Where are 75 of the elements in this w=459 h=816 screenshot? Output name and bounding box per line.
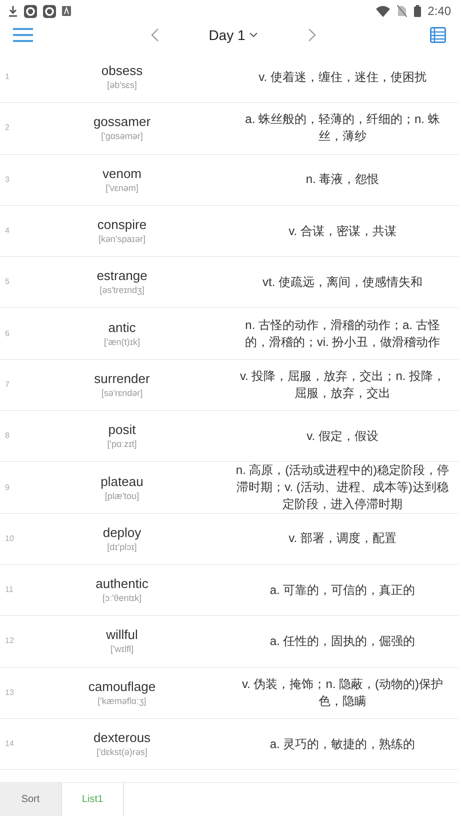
bottom-tab[interactable]: Sort bbox=[0, 783, 62, 816]
download-icon bbox=[8, 5, 18, 17]
phonetic: [kən'spaɪər] bbox=[98, 233, 146, 246]
row-number: 7 bbox=[4, 378, 10, 391]
phonetic: ['gɑsəmər] bbox=[101, 130, 143, 142]
row-number: 6 bbox=[4, 328, 10, 340]
phonetic: [plæ'toʊ] bbox=[104, 490, 140, 502]
list-view-button[interactable] bbox=[430, 27, 446, 43]
definition: v. 使着迷，缠住，迷住，使困扰 bbox=[258, 68, 426, 86]
definition: n. 毒液，怨恨 bbox=[306, 171, 380, 188]
phonetic: ['kæməflɑːʒ] bbox=[98, 694, 146, 707]
app-icon bbox=[43, 4, 56, 18]
definition: n. 高原，(活动或进程中的)稳定阶段，停滞时期；v. (活动、进程、成本等)达到稳定阶段，进入停滞时期 bbox=[234, 462, 450, 514]
phonetic: [əs'treɪndʒ] bbox=[100, 284, 144, 296]
battery-icon bbox=[414, 5, 421, 17]
row-number: 8 bbox=[4, 430, 10, 442]
row-number: 9 bbox=[4, 482, 10, 494]
row-number: 13 bbox=[4, 686, 15, 699]
phonetic: [əb'sɛs] bbox=[107, 79, 137, 92]
phonetic: ['pɑːzɪt] bbox=[107, 438, 137, 450]
word: obsess bbox=[101, 63, 143, 80]
wifi-icon bbox=[376, 6, 390, 16]
row-number: 5 bbox=[4, 276, 10, 288]
list-icon bbox=[430, 27, 446, 43]
phonetic: [sə'rɛndər] bbox=[101, 386, 143, 399]
definition: vt. 使疏远，离间，使感情失和 bbox=[262, 274, 422, 291]
no-sim-icon bbox=[396, 5, 407, 17]
definition: n. 古怪的动作，滑稽的动作；a. 古怪的，滑稽的；vi. 扮小丑，做滑稽动作 bbox=[244, 316, 442, 351]
row-number: 12 bbox=[4, 635, 15, 648]
word: conspire bbox=[97, 217, 147, 234]
row-number: 2 bbox=[4, 122, 10, 134]
row-number: 11 bbox=[4, 584, 14, 596]
previous-button[interactable] bbox=[150, 28, 159, 42]
word: posit bbox=[108, 422, 136, 438]
phonetic: ['wɪlfl] bbox=[110, 643, 134, 656]
row-number: 1 bbox=[4, 71, 10, 84]
word: gossamer bbox=[93, 114, 151, 130]
row-number: 14 bbox=[4, 738, 15, 750]
chevron-right-icon bbox=[308, 28, 316, 42]
definition: a. 灵巧的，敏捷的，熟练的 bbox=[270, 736, 416, 752]
app-icon bbox=[62, 6, 71, 16]
phonetic: ['æn(t)ɪk] bbox=[104, 336, 140, 348]
word: authentic bbox=[96, 576, 148, 592]
word: estrange bbox=[96, 268, 148, 284]
menu-button[interactable] bbox=[13, 27, 33, 43]
definition: a. 蛛丝般的，轻薄的，纤细的；n. 蛛丝，薄纱 bbox=[244, 111, 441, 146]
caret-icon bbox=[249, 32, 258, 38]
definition: v. 部署，调度，配置 bbox=[288, 530, 396, 548]
definition: a. 任性的，固执的，倔强的 bbox=[270, 632, 416, 650]
row-number: 3 bbox=[4, 174, 10, 186]
phonetic: [ɔː'θentɪk] bbox=[102, 592, 142, 604]
app-icon bbox=[24, 4, 37, 18]
phonetic: ['vɛnəm] bbox=[106, 182, 138, 194]
word: deploy bbox=[102, 524, 142, 541]
word: willful bbox=[106, 627, 138, 644]
phonetic: ['dɛkst(ə)rəs] bbox=[96, 746, 148, 758]
word: surrender bbox=[94, 370, 150, 387]
phonetic: [dɪ'plɔɪ] bbox=[107, 540, 137, 553]
word: dexterous bbox=[93, 730, 151, 746]
day-selector[interactable]: Day 1 bbox=[208, 24, 258, 46]
word: venom bbox=[102, 166, 142, 182]
menu-icon bbox=[13, 28, 33, 42]
definition: v. 伪装，掩饰；n. 隐蔽，(动物的)保护色，隐瞒 bbox=[240, 676, 444, 710]
chevron-left-icon bbox=[150, 28, 159, 42]
clock: 2:40 bbox=[428, 3, 451, 20]
word: camouflage bbox=[88, 678, 156, 695]
definition: v. 合谋，密谋，共谋 bbox=[288, 222, 396, 240]
definition: v. 投降，屈服，放弃，交出；n. 投降，屈服，放弃，交出 bbox=[238, 368, 446, 402]
row-number: 4 bbox=[4, 225, 10, 238]
word: antic bbox=[108, 320, 136, 336]
definition: a. 可靠的，可信的，真正的 bbox=[270, 582, 416, 599]
word: plateau bbox=[100, 474, 144, 490]
row-number: 10 bbox=[4, 532, 15, 545]
definition: v. 假定，假设 bbox=[306, 428, 378, 445]
next-button[interactable] bbox=[308, 28, 316, 42]
